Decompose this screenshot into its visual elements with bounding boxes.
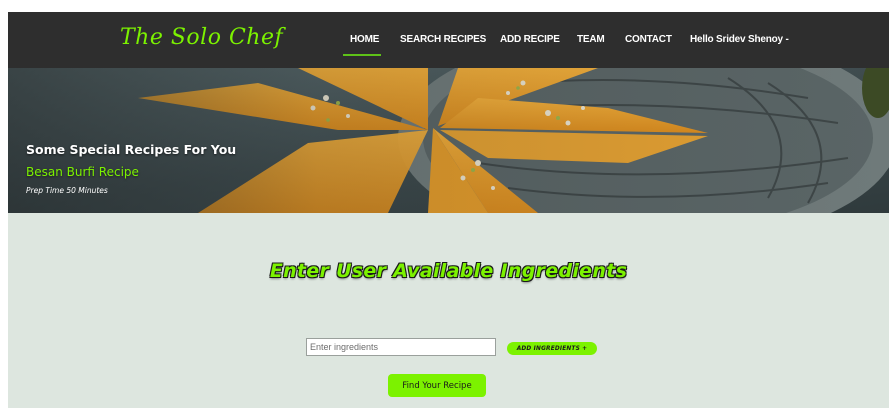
ingredients-input[interactable] (306, 338, 496, 356)
hero-title: Some Special Recipes For You (26, 142, 237, 157)
nav-home[interactable]: HOME (350, 34, 379, 45)
nav-team[interactable]: TEAM (577, 34, 605, 45)
nav-search-recipes[interactable]: SEARCH RECIPES (400, 34, 486, 45)
navbar: The Solo Chef HOME SEARCH RECIPES ADD RE… (8, 12, 889, 68)
prep-time: Prep Time 50 Minutes (26, 186, 108, 195)
featured-recipe-link[interactable]: Besan Burfi Recipe (26, 165, 139, 179)
find-recipe-button[interactable]: Find Your Recipe (388, 374, 486, 397)
user-menu-dropdown[interactable]: Hello Sridev Shenoy - (690, 34, 789, 45)
hero-food-image (8, 68, 889, 213)
brand-logo[interactable]: The Solo Chef (120, 25, 283, 50)
nav-contact[interactable]: CONTACT (625, 34, 672, 45)
ingredients-heading: Enter User Available Ingredients (269, 260, 628, 282)
page: The Solo Chef HOME SEARCH RECIPES ADD RE… (8, 12, 889, 408)
add-ingredients-button[interactable]: ADD INGREDIENTS + (507, 342, 597, 355)
hero-banner: Some Special Recipes For You Besan Burfi… (8, 68, 889, 213)
nav-add-recipe[interactable]: ADD RECIPE (500, 34, 560, 45)
active-nav-indicator (343, 54, 381, 56)
